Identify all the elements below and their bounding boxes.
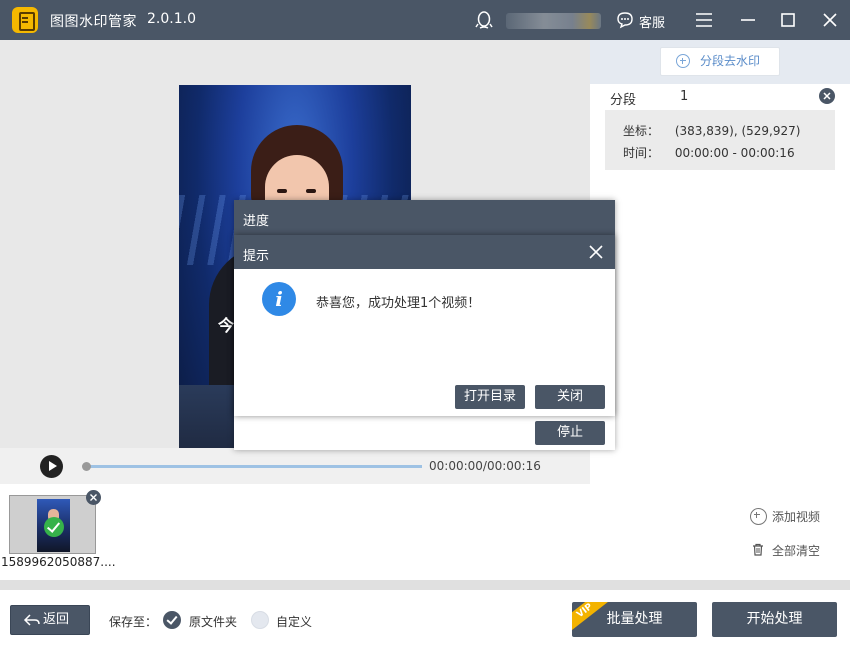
coord-key: 坐标： (623, 124, 660, 138)
coord-row: 坐标： (383,839), (529,927) (623, 122, 800, 139)
radio-original-folder[interactable] (163, 611, 181, 629)
username-blurred[interactable] (506, 13, 601, 29)
back-arrow-icon (23, 614, 40, 626)
video-caption: 今 (218, 316, 235, 335)
close-dialog-icon[interactable] (587, 243, 605, 261)
anchor-eye (277, 189, 287, 193)
close-window-icon[interactable] (818, 8, 842, 32)
file-list: 1589962050887.... 添加视频 全部清空 (0, 484, 850, 580)
info-icon: i (262, 282, 296, 316)
time-key: 时间： (623, 146, 660, 160)
message-dialog: 提示 i 恭喜您，成功处理1个视频！ 打开目录 关闭 (234, 235, 615, 416)
footer-toolbar: 返回 保存至： 原文件夹 自定义 VIP 批量处理 开始处理 (0, 590, 850, 650)
original-folder-label[interactable]: 原文件夹 (189, 613, 237, 630)
time-value: 00:00:00 - 00:00:16 (674, 146, 795, 160)
time-row: 时间： 00:00:00 - 00:00:16 (623, 144, 795, 161)
remove-segment-icon[interactable] (819, 88, 835, 104)
trash-icon (753, 543, 763, 556)
plus-circle-icon (750, 508, 767, 525)
plus-circle-icon (676, 54, 690, 68)
back-button[interactable]: 返回 (10, 605, 90, 635)
file-name: 1589962050887.... (1, 555, 116, 569)
success-message: 恭喜您，成功处理1个视频！ (316, 296, 481, 311)
add-video-label: 添加视频 (772, 510, 821, 524)
coord-value: (383,839), (529,927) (674, 124, 801, 138)
progress-dialog-title: 进度 (234, 200, 615, 235)
open-directory-button[interactable]: 打开目录 (455, 385, 525, 409)
start-process-button[interactable]: 开始处理 (712, 602, 837, 637)
anchor-eye (306, 189, 316, 193)
message-dialog-title: 提示 (234, 235, 615, 269)
app-title: 图图水印管家 (50, 14, 137, 30)
seek-bar[interactable] (86, 465, 422, 468)
segment-remove-watermark-button[interactable]: 分段去水印 (660, 47, 780, 76)
chat-bubble-icon[interactable] (616, 11, 634, 29)
qq-penguin-icon[interactable] (474, 10, 494, 30)
maximize-icon[interactable] (776, 8, 800, 32)
time-readout: 00:00:00/00:00:16 (429, 459, 541, 473)
clear-all-button[interactable]: 全部清空 (752, 542, 820, 559)
checkmark-icon (44, 517, 64, 537)
radio-custom-folder[interactable] (251, 611, 269, 629)
title-bar: 图图水印管家 2.0.1.0 客服 (0, 0, 850, 40)
clear-all-label: 全部清空 (772, 544, 821, 558)
save-to-label: 保存至： (109, 615, 158, 629)
minimize-icon[interactable] (736, 8, 760, 32)
play-button[interactable] (40, 455, 63, 478)
stop-button[interactable]: 停止 (535, 421, 605, 445)
segment-panel: 分段去水印 分段 1 坐标： (383,839), (529,927) 时间： … (590, 40, 850, 484)
divider (0, 580, 850, 590)
player-bar: 00:00:00/00:00:16 (0, 448, 590, 484)
remove-file-icon[interactable] (86, 490, 101, 505)
custom-folder-label[interactable]: 自定义 (276, 613, 312, 630)
close-button[interactable]: 关闭 (535, 385, 605, 409)
app-version: 2.0.1.0 (147, 11, 196, 27)
batch-process-label: 批量处理 (606, 611, 663, 627)
vip-badge: VIP (572, 602, 610, 632)
segment-button-label: 分段去水印 (700, 54, 761, 68)
segment-details: 坐标： (383,839), (529,927) 时间： 00:00:00 - … (605, 110, 835, 170)
segment-header: 分段去水印 (590, 40, 850, 84)
menu-icon[interactable] (692, 8, 716, 32)
customer-service-link[interactable]: 客服 (639, 12, 665, 31)
add-video-button[interactable]: 添加视频 (750, 508, 820, 525)
segment-label: 分段 (610, 93, 637, 108)
seek-handle[interactable] (82, 462, 91, 471)
video-thumbnail[interactable] (9, 495, 96, 554)
back-label: 返回 (43, 612, 70, 627)
segment-number: 1 (680, 89, 689, 104)
app-logo-icon (12, 7, 38, 33)
batch-process-button[interactable]: VIP 批量处理 (572, 602, 697, 637)
